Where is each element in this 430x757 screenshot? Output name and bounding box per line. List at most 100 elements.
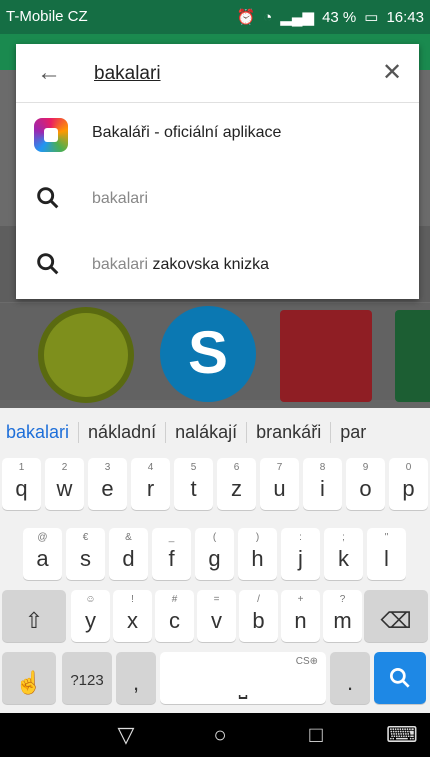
key-secondary-label: ? — [339, 594, 346, 605]
navigation-bar: ▽ ○ □ ⌨ — [0, 713, 430, 757]
period-key[interactable]: . — [330, 652, 370, 704]
key-label: j — [298, 546, 303, 571]
skype-app-icon[interactable]: S — [160, 306, 256, 402]
key-label: r — [146, 476, 155, 501]
comma-key[interactable]: , — [116, 652, 156, 704]
suggestion-app[interactable]: Bakaláři - oficiální aplikace — [16, 102, 419, 166]
key-label: y — [85, 608, 96, 633]
word-suggestion[interactable]: par — [331, 422, 375, 443]
key-s[interactable]: € s — [66, 528, 105, 580]
satellite-app-icon[interactable] — [38, 307, 134, 403]
key-o[interactable]: 9o — [346, 458, 385, 510]
key-secondary-label: = — [213, 594, 220, 605]
key-a[interactable]: @ a — [23, 528, 62, 580]
key-label: v — [211, 608, 222, 633]
key-w[interactable]: 2w — [45, 458, 84, 510]
close-icon[interactable]: ✕ — [377, 58, 407, 88]
app-logo-icon — [34, 118, 68, 152]
key-secondary-label: _ — [168, 532, 175, 543]
home-circle-icon[interactable]: ○ — [206, 721, 234, 749]
key-h[interactable]: ) h — [238, 528, 277, 580]
suggestion-query[interactable]: bakalari zakovska knizka — [16, 234, 419, 298]
key-secondary-label: ; — [342, 532, 345, 543]
space-key[interactable]: CS⊕ ⎵ — [160, 652, 326, 704]
key-label: l — [384, 546, 389, 571]
key-label: g — [208, 546, 221, 571]
key-i[interactable]: 8i — [303, 458, 342, 510]
key-label: i — [320, 476, 325, 501]
word-suggestion[interactable]: brankáři — [247, 421, 332, 443]
key-m[interactable]: ? m — [323, 590, 362, 642]
key-label: d — [122, 546, 135, 571]
suggestion-gray-part: bakalari — [92, 256, 149, 273]
key-secondary-label: 4 — [147, 462, 154, 473]
key-e[interactable]: 3e — [88, 458, 127, 510]
key-t[interactable]: 5t — [174, 458, 213, 510]
key-z[interactable]: 6z — [217, 458, 256, 510]
key-label: c — [169, 608, 180, 633]
key-label: t — [190, 476, 197, 501]
key-q[interactable]: 1q — [2, 458, 41, 510]
key-label: w — [56, 476, 73, 501]
hand-gesture-icon[interactable]: ☝ — [2, 652, 56, 704]
key-secondary-label: € — [82, 532, 89, 543]
shift-icon[interactable]: ⇧ — [2, 590, 66, 642]
key-secondary-label: + — [297, 594, 304, 605]
key-secondary-label: " — [384, 532, 389, 543]
battery-icon: ▭ — [364, 9, 379, 26]
trash-app-icon[interactable] — [280, 310, 372, 402]
key-label: q — [15, 476, 28, 501]
key-d[interactable]: & d — [109, 528, 148, 580]
search-input[interactable] — [92, 60, 366, 88]
key-secondary-label: # — [171, 594, 178, 605]
key-label: p — [402, 476, 415, 501]
suggestion-query[interactable]: bakalari — [16, 168, 419, 232]
key-g[interactable]: (g — [195, 528, 234, 580]
key-secondary-label: @ — [37, 532, 48, 543]
key-p[interactable]: 0p — [389, 458, 428, 510]
symbols-key[interactable]: ?123 — [62, 652, 112, 704]
key-secondary-label: 7 — [276, 462, 283, 473]
status-bar: T-Mobile CZ ⏰ ◔ ▂▄▆ 43 % ▭ 16:43 — [0, 0, 430, 34]
key-secondary-label: & — [125, 532, 132, 543]
status-right: ⏰ ◔ ▂▄▆ 43 % ▭ 16:43 — [237, 8, 424, 27]
back-triangle-icon[interactable]: ▽ — [112, 721, 140, 749]
key-secondary-label: : — [299, 532, 302, 543]
key-u[interactable]: 7u — [260, 458, 299, 510]
key-f[interactable]: _ f — [152, 528, 191, 580]
key-n[interactable]: + n — [281, 590, 320, 642]
keyboard-switch-icon[interactable]: ⌨ — [386, 721, 418, 749]
key-label: a — [36, 546, 49, 571]
search-row: ← ✕ — [16, 44, 419, 103]
key-label: u — [273, 476, 286, 501]
key-secondary-label: 9 — [362, 462, 369, 473]
key-k[interactable]: ; k — [324, 528, 363, 580]
word-suggestion[interactable]: bakalari — [0, 421, 80, 443]
word-suggestion[interactable]: nákladní — [79, 421, 167, 443]
key-label: o — [359, 476, 372, 501]
word-suggestion-bar: bakalari nákladní nalákají brankáři par — [0, 408, 430, 456]
key-secondary-label: 1 — [18, 462, 25, 473]
key-l[interactable]: " l — [367, 528, 406, 580]
arrow-left-icon[interactable]: ← — [34, 58, 64, 88]
word-suggestion[interactable]: nalákají — [166, 421, 248, 443]
key-r[interactable]: 4r — [131, 458, 170, 510]
key-secondary-label: 0 — [405, 462, 412, 473]
green-app-icon[interactable] — [395, 310, 430, 402]
key-label: e — [101, 476, 114, 501]
key-y[interactable]: ☺ y — [71, 590, 110, 642]
key-b[interactable]: / b — [239, 590, 278, 642]
search-icon[interactable] — [374, 652, 426, 704]
key-v[interactable]: = v — [197, 590, 236, 642]
key-x[interactable]: ! x — [113, 590, 152, 642]
key-row-1: 1q2w3e4r5t6z7u8i9o0p — [0, 458, 430, 516]
key-label: s — [80, 546, 91, 571]
search-panel: ← ✕ Bakaláři - oficiální aplikace bakala… — [16, 44, 419, 299]
backspace-icon[interactable]: ⌫ — [364, 590, 428, 642]
key-j[interactable]: :j — [281, 528, 320, 580]
key-label: x — [127, 608, 138, 633]
suggestion-text: Bakaláři - oficiální aplikace — [92, 124, 282, 141]
recents-square-icon[interactable]: □ — [302, 721, 330, 749]
key-c[interactable]: # c — [155, 590, 194, 642]
key-label: m — [333, 608, 352, 633]
